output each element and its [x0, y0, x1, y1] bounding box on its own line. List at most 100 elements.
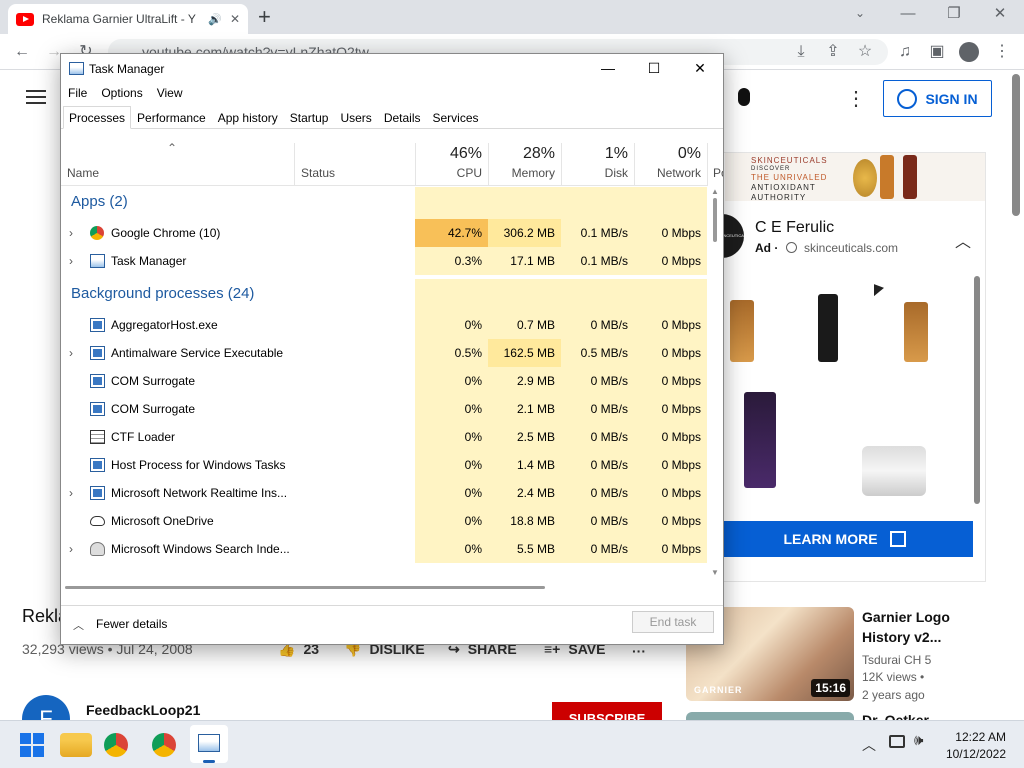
- column-power[interactable]: Po: [707, 143, 723, 186]
- task-manager-window[interactable]: Task Manager — ☐ ✕ File Options View Pro…: [60, 53, 724, 645]
- back-arrow-icon[interactable]: ←: [10, 40, 34, 64]
- browser-restore-button[interactable]: ❐: [934, 0, 974, 28]
- search-indexer-icon: [90, 542, 105, 556]
- profile-avatar-icon[interactable]: [959, 42, 979, 62]
- learn-more-button[interactable]: LEARN MORE: [716, 521, 973, 557]
- process-row[interactable]: AggregatorHost.exe 0% 0.7 MB 0 MB/s 0 Mbps: [61, 311, 707, 339]
- clock-time[interactable]: 12:22 AM: [946, 730, 1006, 744]
- tab-details[interactable]: Details: [378, 106, 427, 128]
- menu-file[interactable]: File: [61, 83, 94, 104]
- process-row[interactable]: › Microsoft Network Realtime Ins... 0% 2.4 …: [61, 479, 707, 507]
- info-icon[interactable]: [785, 242, 797, 253]
- column-status[interactable]: Status: [294, 143, 415, 186]
- browser-minimize-button[interactable]: —: [888, 0, 928, 28]
- next-video-thumbnail[interactable]: [686, 712, 854, 720]
- recommended-video-views: 12K views •: [862, 670, 925, 684]
- chrome-taskbar-icon[interactable]: [104, 733, 128, 757]
- process-row[interactable]: COM Surrogate 0% 2.9 MB 0 MB/s 0 Mbps: [61, 367, 707, 395]
- column-network[interactable]: 0% Network: [634, 143, 707, 186]
- subscribe-button[interactable]: SUBSCRIBE: [552, 702, 662, 720]
- ad-domain[interactable]: skinceuticals.com: [804, 241, 898, 255]
- expand-chevron-icon[interactable]: ›: [69, 219, 73, 247]
- tab-search-icon[interactable]: ⌄: [855, 6, 865, 20]
- media-control-icon[interactable]: ♫: [893, 40, 917, 64]
- ad-title[interactable]: C E Ferulic: [755, 219, 834, 237]
- vertical-scrollbar-thumb[interactable]: [713, 198, 717, 242]
- ad-products-image[interactable]: [722, 280, 970, 504]
- process-row[interactable]: › Microsoft Windows Search Inde... 0% 5.5 M…: [61, 535, 707, 563]
- horizontal-scrollbar-thumb[interactable]: [65, 586, 545, 589]
- column-cpu[interactable]: 46% CPU: [415, 143, 488, 186]
- expand-chevron-icon[interactable]: ›: [69, 479, 73, 507]
- tm-close-button[interactable]: ✕: [677, 54, 723, 83]
- tab-users[interactable]: Users: [334, 106, 377, 128]
- install-app-icon[interactable]: ⤓: [789, 40, 813, 64]
- tm-minimize-button[interactable]: —: [585, 54, 631, 83]
- menu-options[interactable]: Options: [94, 83, 149, 104]
- sign-in-button[interactable]: SIGN IN: [883, 80, 992, 117]
- expand-chevron-icon[interactable]: ›: [69, 247, 73, 275]
- share-icon[interactable]: ⇪: [821, 40, 845, 64]
- tm-maximize-button[interactable]: ☐: [631, 54, 677, 83]
- end-task-button[interactable]: End task: [632, 611, 714, 633]
- volume-icon[interactable]: 🕪: [914, 732, 923, 749]
- process-row[interactable]: › Antimalware Service Executable 0.5% 162.5…: [61, 339, 707, 367]
- process-cpu-cell: 0.3%: [415, 247, 488, 275]
- clock-date[interactable]: 10/12/2022: [940, 747, 1006, 761]
- fewer-details-button[interactable]: ︿ Fewer details: [73, 617, 167, 633]
- settings-menu-icon[interactable]: ⋮: [846, 86, 866, 111]
- tab-audio-icon[interactable]: 🔊: [208, 13, 222, 26]
- channel-name[interactable]: FeedbackLoop21: [86, 702, 200, 718]
- process-row[interactable]: COM Surrogate 0% 2.1 MB 0 MB/s 0 Mbps: [61, 395, 707, 423]
- browser-menu-icon[interactable]: ⋮: [990, 40, 1014, 64]
- ad-scrollbar-thumb[interactable]: [974, 276, 980, 504]
- browser-tab[interactable]: Reklama Garnier UltraLift - Y 🔊 ✕: [8, 4, 248, 34]
- bookmark-star-icon[interactable]: ☆: [853, 40, 877, 64]
- task-manager-title-bar[interactable]: Task Manager — ☐ ✕: [61, 54, 723, 83]
- process-row[interactable]: Microsoft OneDrive 0% 18.8 MB 0 MB/s 0 Mbps: [61, 507, 707, 535]
- process-row[interactable]: › Google Chrome (10) 42.7% 306.2 MB 0.1 MB/s…: [61, 219, 707, 247]
- tab-startup[interactable]: Startup: [284, 106, 335, 128]
- hamburger-menu-icon[interactable]: [26, 90, 46, 104]
- scroll-down-arrow-icon[interactable]: ▼: [709, 568, 721, 577]
- app-window-icon: [90, 346, 105, 360]
- voice-search-icon[interactable]: [738, 88, 750, 106]
- task-manager-taskbar-icon[interactable]: [190, 725, 228, 763]
- column-name[interactable]: Name: [67, 166, 99, 180]
- browser-close-button[interactable]: ✕: [980, 0, 1020, 28]
- expand-chevron-icon[interactable]: ›: [69, 535, 73, 563]
- tab-close-icon[interactable]: ✕: [230, 12, 240, 26]
- network-icon[interactable]: [889, 735, 905, 748]
- column-disk[interactable]: 1% Disk: [561, 143, 634, 186]
- process-row[interactable]: Host Process for Windows Tasks 0% 1.4 MB 0 …: [61, 451, 707, 479]
- recommended-video-title[interactable]: Garnier Logo History v2...: [862, 607, 974, 647]
- tab-app-history[interactable]: App history: [212, 106, 284, 128]
- expand-chevron-icon[interactable]: ›: [69, 339, 73, 367]
- more-actions-button[interactable]: ···: [632, 643, 646, 659]
- show-hidden-icons-chevron[interactable]: ︿: [862, 735, 876, 755]
- vertical-scrollbar[interactable]: ▲ ▼: [709, 187, 721, 577]
- process-disk-cell: 0 MB/s: [561, 507, 634, 535]
- new-tab-button[interactable]: +: [258, 4, 271, 30]
- menu-view[interactable]: View: [150, 83, 190, 104]
- column-memory[interactable]: 28% Memory: [488, 143, 561, 186]
- ad-banner[interactable]: SKINCEUTICALS DISCOVER THE UNRIVALED ANT…: [725, 153, 985, 201]
- file-explorer-icon[interactable]: [60, 733, 92, 757]
- ad-collapse-chevron-icon[interactable]: ︿: [955, 228, 971, 252]
- process-row[interactable]: › Task Manager 0.3% 17.1 MB 0.1 MB/s 0 Mbps: [61, 247, 707, 275]
- side-panel-icon[interactable]: ▣: [925, 40, 949, 64]
- next-video-title[interactable]: Dr. Oetker: [862, 712, 974, 720]
- tab-performance[interactable]: Performance: [131, 106, 212, 128]
- chrome-taskbar-icon-2[interactable]: [152, 733, 176, 757]
- process-disk-cell: 0 MB/s: [561, 367, 634, 395]
- app-window-icon: [90, 402, 105, 416]
- process-name: Antimalware Service Executable: [111, 346, 284, 360]
- process-mem-cell: 1.4 MB: [488, 451, 561, 479]
- scroll-up-arrow-icon[interactable]: ▲: [709, 187, 721, 196]
- tab-processes[interactable]: Processes: [63, 106, 132, 129]
- tab-services[interactable]: Services: [427, 106, 485, 128]
- page-scrollbar-thumb[interactable]: [1012, 74, 1020, 216]
- windows-start-icon[interactable]: [16, 729, 48, 761]
- recommended-video-channel[interactable]: Tsdurai CH 5: [862, 653, 931, 667]
- process-row[interactable]: CTF Loader 0% 2.5 MB 0 MB/s 0 Mbps: [61, 423, 707, 451]
